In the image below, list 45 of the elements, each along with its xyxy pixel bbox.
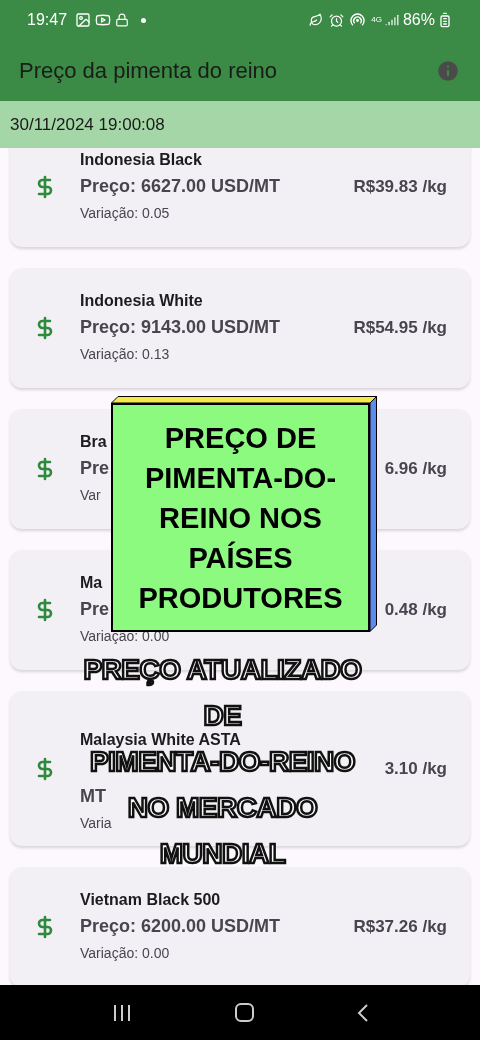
caption-line: PREÇO ATUALIZADO — [83, 656, 362, 684]
leaf-icon — [309, 13, 324, 27]
price-text: Preço: 9143.00 USD/MT — [80, 316, 281, 339]
hotspot-icon — [350, 12, 366, 28]
variation-text: Variação: 0.00 — [80, 944, 170, 963]
price-text: Pre — [80, 457, 110, 480]
app-title: Preço da pimenta do reino — [19, 57, 279, 85]
play-icon — [95, 12, 112, 28]
brl-price: R$37.26 /kg — [353, 916, 447, 939]
network-type: 4G — [371, 14, 382, 26]
product-name: Indonesia White — [80, 291, 203, 311]
variation-text: Var — [80, 486, 101, 505]
variation-text: Varia — [80, 814, 112, 833]
product-name: Indonesia Black — [80, 150, 202, 170]
product-name: Vietnam Black 500 — [80, 890, 221, 910]
price-text: Preço: 6200.00 USD/MT — [80, 915, 281, 938]
battery-level: 86% — [402, 10, 435, 30]
brl-price: 6.96 /kg — [384, 458, 447, 481]
alarm-icon — [329, 12, 345, 28]
date-time: 30/11/2024 19:00:08 — [10, 113, 165, 136]
brl-price: R$39.83 /kg — [353, 176, 447, 199]
title-card-text: PREÇO DE PIMENTA-DO- REINO NOS PAÍSES PRODUTORES — [138, 420, 343, 616]
back-icon[interactable] — [356, 1002, 369, 1023]
product-name: Bra — [80, 432, 107, 452]
caption-line: MUNDIAL — [159, 840, 286, 868]
home-icon[interactable] — [234, 1003, 254, 1022]
caption-line: PIMENTA-DO-REINO — [89, 748, 356, 776]
variation-text: Variação: 0.13 — [80, 345, 170, 364]
caption-line: DE — [203, 702, 242, 730]
recent-apps-icon[interactable] — [111, 1003, 132, 1022]
price-text: MT — [80, 785, 106, 808]
clock: 19:47 — [27, 10, 68, 30]
product-name: Malaysia White ASTA — [80, 730, 241, 750]
lock-icon — [115, 13, 130, 27]
battery-icon — [437, 12, 453, 28]
brl-price: R$54.95 /kg — [353, 317, 447, 340]
price-text: Pre — [80, 598, 110, 621]
brl-price: 0.48 /kg — [384, 599, 447, 622]
signal-icon — [384, 13, 399, 27]
caption-line: NO MERCADO — [127, 794, 318, 822]
price-text: Preço: 6627.00 USD/MT — [80, 175, 281, 198]
brl-price: 3.10 /kg — [384, 757, 447, 780]
variation-text: Variação: 0.05 — [80, 204, 170, 223]
product-name: Ma — [80, 573, 103, 593]
picture-icon — [75, 12, 92, 28]
